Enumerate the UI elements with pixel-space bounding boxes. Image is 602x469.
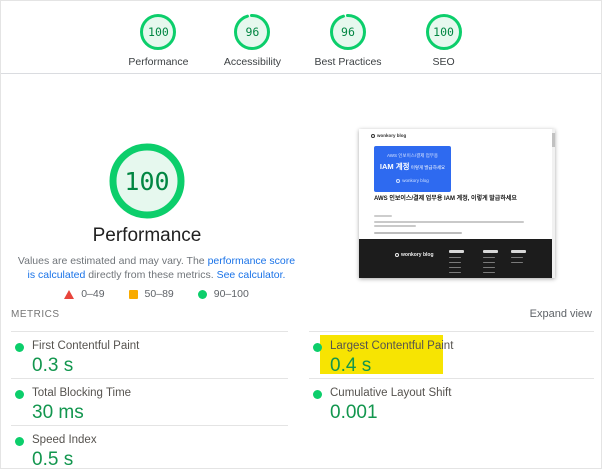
footer-links-col-1	[449, 250, 464, 277]
pass-dot-icon	[15, 437, 24, 446]
post-excerpt-line-1	[374, 221, 524, 223]
best-practices-score: 96	[341, 25, 355, 39]
nav-best-practices[interactable]: 96 Best Practices	[314, 13, 382, 73]
pass-dot-icon	[313, 343, 322, 352]
accessibility-label: Accessibility	[223, 56, 282, 68]
fail-triangle-icon	[64, 289, 75, 299]
performance-section-title: Performance	[92, 225, 202, 246]
best-practices-gauge-icon: 96	[329, 13, 367, 51]
best-practices-label: Best Practices	[314, 56, 382, 68]
legend-fail-range: 0–49	[81, 288, 105, 300]
pass-circle-icon	[197, 289, 207, 299]
thumb-footer: wonkory blog	[359, 239, 555, 278]
nav-seo[interactable]: 100 SEO	[412, 13, 476, 73]
score-legend: 0–49 50–89 90–100	[14, 288, 299, 300]
thumb-site-header: wonkory blog	[371, 133, 406, 138]
post-title: AWS 인보이스/결제 업무용 IAM 계정, 이렇게 발급하세요	[374, 196, 517, 202]
disclaimer-text: Values are estimated and may vary. The	[17, 255, 208, 267]
metrics-column-left: First Contentful Paint 0.3 s Total Block…	[11, 331, 288, 468]
metric-speed-index: Speed Index 0.5 s	[11, 425, 288, 468]
footer-links-col-2	[483, 250, 498, 277]
footer-links-col-3	[511, 250, 526, 267]
seo-label: SEO	[432, 56, 455, 68]
post-excerpt-line-2	[374, 225, 416, 227]
accessibility-score: 96	[245, 25, 260, 39]
thumb-scrollbar	[552, 129, 555, 278]
hero-brand-icon	[396, 178, 401, 183]
performance-main-score: 100	[124, 166, 170, 196]
metric-first-contentful-paint: First Contentful Paint 0.3 s	[11, 331, 288, 378]
metric-cumulative-layout-shift: Cumulative Layout Shift 0.001	[309, 378, 594, 425]
score-disclaimer: Values are estimated and may vary. The p…	[14, 254, 299, 282]
metric-total-blocking-time: Total Blocking Time 30 ms	[11, 378, 288, 425]
site-logo-icon	[371, 133, 375, 138]
page-screenshot-thumbnail: wonkory blog AWS 인보이스/결제 업무용 IAM 계정 이렇게 …	[359, 129, 555, 278]
site-logo-text: wonkory blog	[377, 133, 407, 138]
nav-accessibility[interactable]: 96 Accessibility	[220, 13, 284, 73]
post-hero-card: AWS 인보이스/결제 업무용 IAM 계정 이렇게 발급하세요 wonkory…	[374, 146, 451, 192]
post-date-placeholder	[374, 215, 392, 217]
legend-fail: 0–49	[64, 288, 105, 300]
footer-brand-icon	[395, 253, 399, 257]
lighthouse-report: 100 Performance 96 Accessibility 96 Best…	[0, 0, 602, 469]
score-nav: 100 Performance 96 Accessibility 96 Best…	[1, 1, 601, 74]
metric-largest-contentful-paint: Largest Contentful Paint 0.4 s	[309, 331, 594, 378]
average-square-icon	[128, 289, 138, 299]
hero-subtitle: AWS 인보이스/결제 업무용	[386, 153, 439, 158]
performance-label: Performance	[128, 56, 189, 68]
pass-dot-icon	[15, 390, 24, 399]
pass-dot-icon	[313, 390, 322, 399]
performance-score: 100	[148, 25, 169, 39]
legend-average: 50–89	[128, 288, 174, 300]
metrics-column-right: Largest Contentful Paint 0.4 s Cumulativ…	[309, 331, 594, 425]
legend-pass: 90–100	[197, 288, 249, 300]
accessibility-gauge-icon: 96	[233, 13, 271, 51]
legend-pass-range: 90–100	[213, 288, 249, 300]
pass-dot-icon	[15, 343, 24, 352]
nav-performance[interactable]: 100 Performance	[126, 13, 190, 73]
post-tags-placeholder	[374, 232, 462, 234]
performance-main-gauge: 100	[108, 142, 186, 220]
expand-view-button[interactable]: Expand view	[530, 308, 592, 320]
seo-gauge-icon: 100	[425, 13, 463, 51]
hero-brand: wonkory blog	[374, 178, 451, 183]
footer-brand: wonkory blog	[395, 252, 434, 258]
metrics-section-title: METRICS	[11, 309, 60, 320]
legend-average-range: 50–89	[144, 288, 174, 300]
disclaimer-text-2: directly from these metrics.	[85, 269, 217, 281]
thumb-scrollbar-thumb	[552, 133, 555, 147]
see-calculator-link[interactable]: See calculator.	[217, 269, 286, 281]
hero-title: IAM 계정 이렇게 발급하세요	[379, 162, 446, 171]
seo-score: 100	[433, 25, 454, 39]
performance-gauge-icon: 100	[139, 13, 177, 51]
